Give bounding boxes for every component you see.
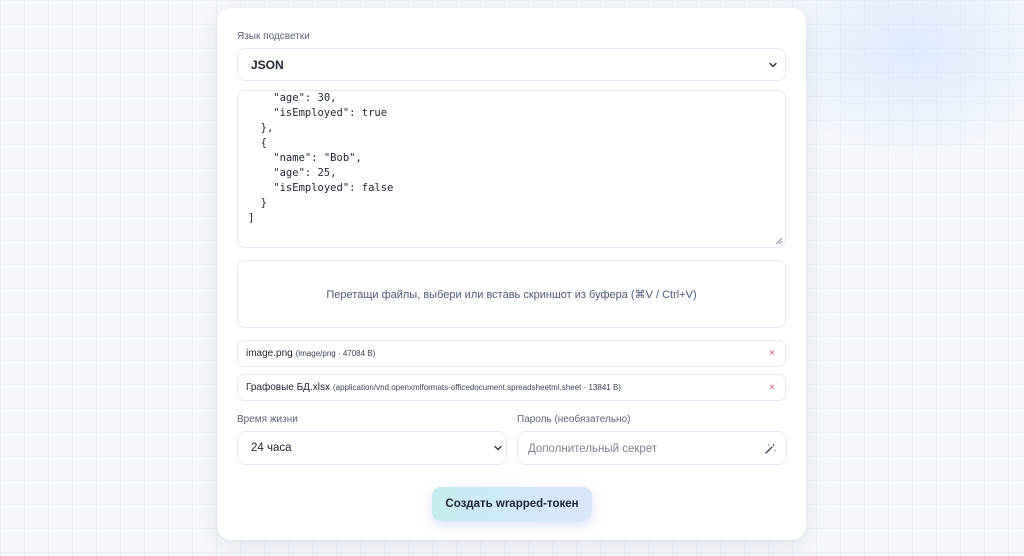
ttl-select-value: 24 часа [251,442,292,454]
wrap-form-card: Язык подсветки JSON "age": 30, "isEmploy… [217,8,806,540]
file-dropzone[interactable]: Перетащи файлы, выбери или вставь скринш… [237,260,786,328]
code-content: "age": 30, "isEmployed": true }, { "name… [248,92,394,224]
file-name: Графовые БД.xlsx (application/vnd.openxml… [246,382,621,393]
file-item: image.png (image/png · 47084 B) × [237,340,786,367]
code-textarea[interactable]: "age": 30, "isEmployed": true }, { "name… [237,90,786,248]
create-token-button[interactable]: Создать wrapped-токен [432,487,592,521]
ttl-label: Время жизни [237,414,298,425]
file-meta: (application/vnd.openxmlformats-officedo… [332,383,621,392]
password-input[interactable] [528,432,758,465]
file-item: Графовые БД.xlsx (application/vnd.openxml… [237,374,786,401]
password-label: Пароль (необязательно) [517,414,631,425]
remove-file-button[interactable]: × [769,375,775,401]
resize-handle-icon[interactable] [775,237,783,245]
chevron-down-icon [494,445,502,451]
file-name: image.png (image/png · 47084 B) [246,348,376,359]
language-select-value: JSON [251,58,284,72]
password-field [517,431,787,465]
language-label: Язык подсветки [237,31,310,42]
ttl-select[interactable]: 24 часа [237,431,507,465]
chevron-down-icon [769,62,777,68]
remove-file-button[interactable]: × [769,341,775,367]
dropzone-hint: Перетащи файлы, выбери или вставь скринш… [326,289,697,301]
language-select[interactable]: JSON [237,48,786,81]
magic-wand-icon[interactable] [764,442,777,455]
file-meta: (image/png · 47084 B) [295,349,376,358]
